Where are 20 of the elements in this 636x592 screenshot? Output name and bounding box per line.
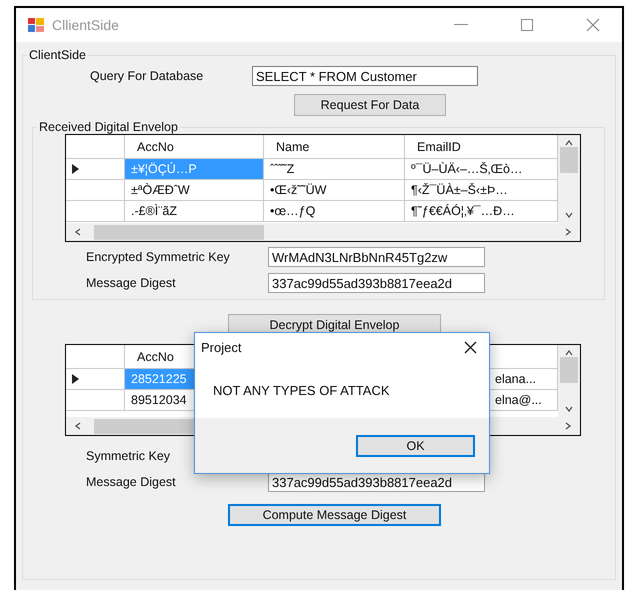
group-title: ClientSide (28, 48, 87, 62)
query-label: Query For Database (90, 69, 204, 83)
table-cell: ˆˆ˜˜Z (264, 159, 405, 180)
table-cell: •œ…ƒQ (264, 201, 405, 222)
table-cell: ¶˜ƒ€€ÁÓ¦‚¥¯…Ð… (405, 201, 558, 222)
table-cell: .-£®Ì¨ãZ (125, 201, 264, 222)
table-cell: ±ªÒÆÐˆW (125, 180, 264, 201)
table-cell: ¶‹Ž¯ÜÀ±–Š‹±Þ… (405, 180, 558, 201)
field-label: Message Digest (86, 276, 177, 290)
field-label: Message Digest (86, 475, 177, 489)
table-cell: •Œ‹ž˜˜ÜW (264, 180, 405, 201)
table-cell: ±¥¦ÖÇÚ…P (125, 159, 264, 180)
field-label: Encrypted Symmetric Key (86, 250, 231, 264)
field-label: Symmetric Key (86, 449, 172, 463)
table-cell: elna@... (489, 390, 558, 411)
table-cell: elana... (489, 369, 558, 390)
table-cell: º¯Ü–ÙÄ‹–…Š‚Œò… (405, 159, 558, 180)
group-title: Received Digital Envelop (38, 120, 179, 134)
window-title: CllientSide (52, 17, 120, 33)
dialog-title: Project (201, 340, 242, 354)
